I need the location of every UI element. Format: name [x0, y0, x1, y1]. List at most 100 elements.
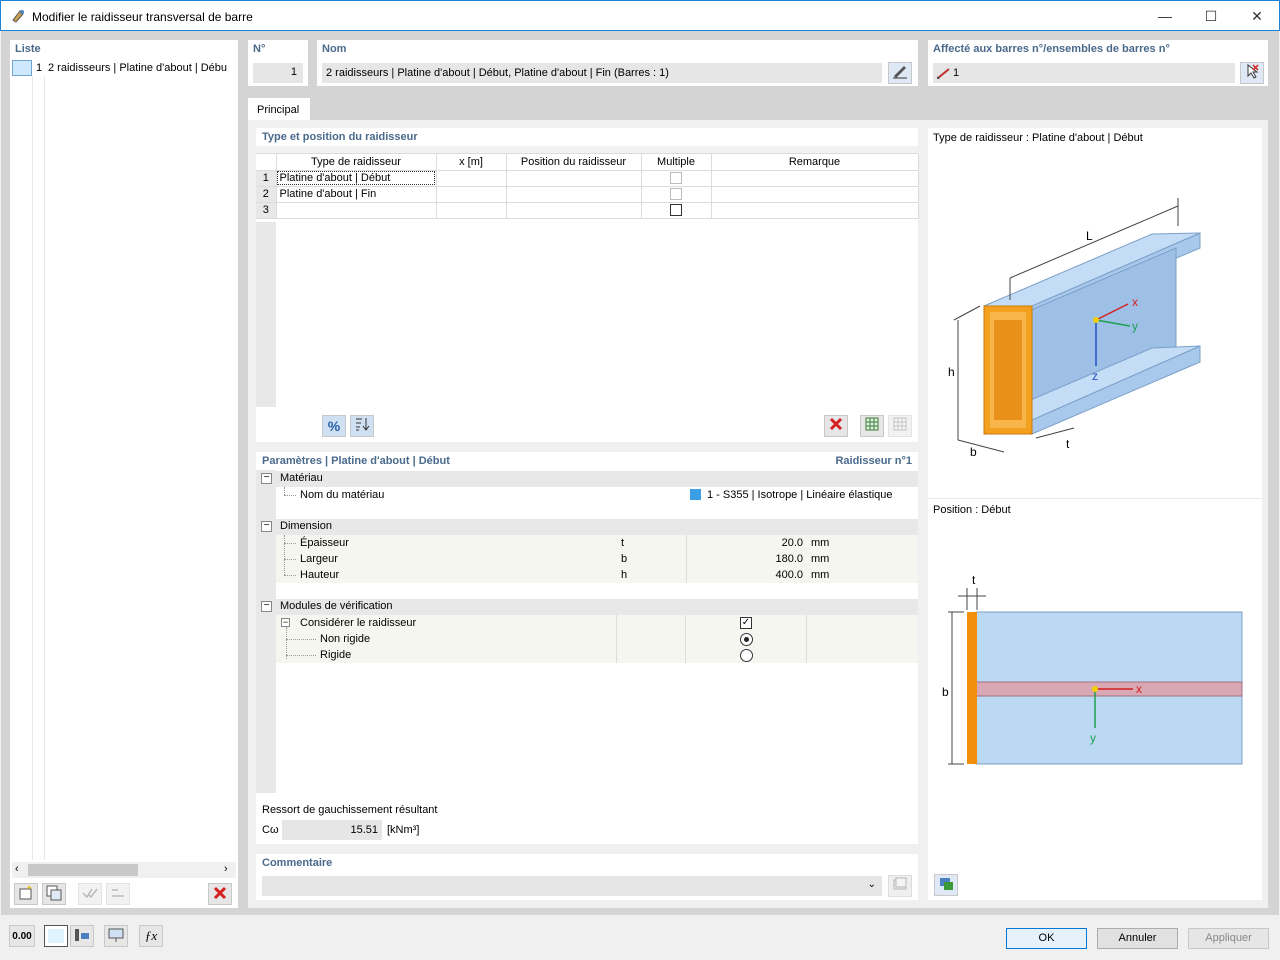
- edit-name-button[interactable]: [888, 62, 912, 84]
- material-section[interactable]: − Matériau: [256, 471, 918, 487]
- height-value[interactable]: 400.0: [686, 567, 806, 583]
- multiple-checkbox[interactable]: [670, 188, 682, 201]
- nonrigid-radio[interactable]: [740, 633, 753, 646]
- consider-checkbox[interactable]: ✓: [740, 617, 752, 629]
- width-value[interactable]: 180.0: [686, 551, 806, 567]
- col-position[interactable]: Position du raidisseur: [506, 154, 642, 171]
- units-button[interactable]: 0.00: [9, 925, 35, 947]
- position-cell[interactable]: [506, 170, 642, 187]
- thickness-value[interactable]: 20.0: [686, 535, 806, 551]
- position-cell[interactable]: [506, 202, 642, 219]
- name-field[interactable]: 2 raidisseurs | Platine d'about | Début,…: [322, 63, 882, 83]
- member-icon: [937, 68, 950, 79]
- thickness-label: Épaisseur: [300, 537, 349, 549]
- delete-item-button[interactable]: [208, 883, 232, 905]
- export-button[interactable]: [860, 415, 884, 437]
- list-item[interactable]: 1 2 raidisseurs | Platine d'about | Débu: [12, 60, 236, 76]
- rigid-row[interactable]: Rigide: [276, 647, 918, 663]
- col-type[interactable]: Type de raidisseur: [276, 154, 437, 171]
- formula-button[interactable]: ƒx: [139, 925, 163, 947]
- minimize-button[interactable]: —: [1142, 1, 1188, 31]
- copy-item-button[interactable]: [42, 883, 66, 905]
- delete-row-button[interactable]: [824, 415, 848, 437]
- check-icon: [82, 888, 98, 899]
- remark-cell[interactable]: [711, 186, 919, 203]
- check-all-button[interactable]: [78, 883, 102, 905]
- close-window-button[interactable]: ✕: [1234, 1, 1280, 31]
- col-remark[interactable]: Remarque: [711, 154, 919, 171]
- collapse-icon[interactable]: −: [281, 618, 290, 627]
- list-scrollbar[interactable]: ‹ ›: [12, 862, 236, 878]
- view-button[interactable]: [104, 925, 128, 947]
- multiple-checkbox[interactable]: [670, 172, 682, 185]
- uncheck-button[interactable]: [106, 883, 130, 905]
- row-number: 2: [256, 186, 277, 203]
- height-row[interactable]: Hauteur h 400.0 mm: [276, 567, 918, 583]
- sort-button[interactable]: [350, 415, 374, 437]
- col-multiple[interactable]: Multiple: [641, 154, 712, 171]
- position-cell[interactable]: [506, 186, 642, 203]
- table-row[interactable]: 2 Platine d'about | Fin: [256, 186, 919, 203]
- consider-row[interactable]: − Considérer le raidisseur ✓: [276, 615, 918, 663]
- chevron-down-icon[interactable]: ⌄: [868, 879, 876, 890]
- assigned-field[interactable]: 1: [933, 63, 1235, 83]
- new-item-button[interactable]: [14, 883, 38, 905]
- number-panel: N° 1: [248, 40, 308, 86]
- collapse-icon[interactable]: −: [261, 601, 272, 612]
- comment-label: Commentaire: [262, 857, 333, 869]
- height-unit: mm: [811, 569, 830, 581]
- row-number: 3: [256, 202, 277, 219]
- name-label: Nom: [322, 43, 347, 55]
- table-row[interactable]: 3: [256, 202, 919, 219]
- x-cell[interactable]: [436, 202, 507, 219]
- material-value-text: 1 - S355 | Isotrope | Linéaire élastique: [707, 489, 893, 501]
- comment-combobox[interactable]: ⌄: [262, 876, 882, 896]
- color-button[interactable]: [44, 925, 68, 947]
- ok-button[interactable]: OK: [1006, 928, 1087, 949]
- import-button[interactable]: [888, 415, 912, 437]
- nonrigid-row[interactable]: Non rigide: [276, 631, 918, 647]
- thickness-row[interactable]: Épaisseur t 20.0 mm: [276, 535, 918, 551]
- modules-title: Modules de vérification: [280, 600, 393, 612]
- width-row[interactable]: Largeur b 180.0 mm: [276, 551, 918, 567]
- type-cell[interactable]: Platine d'about | Début: [276, 170, 437, 187]
- remark-cell[interactable]: [711, 170, 919, 187]
- collapse-icon[interactable]: −: [261, 521, 272, 532]
- type-cell[interactable]: [276, 202, 437, 219]
- scroll-right-icon[interactable]: ›: [224, 863, 228, 875]
- rigid-label: Rigide: [320, 649, 352, 661]
- select-members-button[interactable]: [1240, 62, 1264, 84]
- col-x[interactable]: x [m]: [436, 154, 507, 171]
- number-field[interactable]: 1: [253, 63, 303, 83]
- table-row[interactable]: 1 Platine d'about | Début: [256, 170, 919, 187]
- spring-label: Ressort de gauchissement résultant: [262, 804, 438, 816]
- type-cell[interactable]: Platine d'about | Fin: [276, 186, 437, 203]
- modules-section[interactable]: − Modules de vérification: [256, 599, 918, 615]
- material-value[interactable]: 1 - S355 | Isotrope | Linéaire élastique: [686, 487, 918, 503]
- cancel-button[interactable]: Annuler: [1097, 928, 1178, 949]
- comment-library-button[interactable]: [888, 875, 912, 897]
- stiffener-table: Type de raidisseur x [m] Position du rai…: [256, 154, 919, 219]
- apply-button[interactable]: Appliquer: [1188, 928, 1269, 949]
- remark-cell[interactable]: [711, 202, 919, 219]
- svg-text:L: L: [1086, 229, 1093, 243]
- info-button[interactable]: [70, 925, 94, 947]
- scroll-left-icon[interactable]: ‹: [15, 863, 19, 875]
- preview-settings-button[interactable]: [934, 874, 958, 896]
- x-cell[interactable]: [436, 170, 507, 187]
- stiffener-3d-diagram: x y z L h b t: [948, 198, 1201, 459]
- delete-icon: [213, 886, 227, 900]
- rigid-radio[interactable]: [740, 649, 753, 662]
- scrollbar-thumb[interactable]: [28, 864, 138, 876]
- percent-button[interactable]: %: [322, 415, 346, 437]
- list-header: Liste: [15, 43, 41, 55]
- edit-icon: [893, 66, 907, 79]
- dimension-section[interactable]: − Dimension: [256, 519, 918, 535]
- collapse-icon[interactable]: −: [261, 473, 272, 484]
- tab-principal[interactable]: Principal: [248, 98, 310, 120]
- maximize-button[interactable]: ☐: [1188, 1, 1234, 31]
- multiple-checkbox[interactable]: [670, 204, 682, 217]
- x-cell[interactable]: [436, 186, 507, 203]
- list-item-label: 2 raidisseurs | Platine d'about | Débu: [48, 62, 228, 74]
- material-row[interactable]: Nom du matériau 1 - S355 | Isotrope | Li…: [276, 487, 918, 503]
